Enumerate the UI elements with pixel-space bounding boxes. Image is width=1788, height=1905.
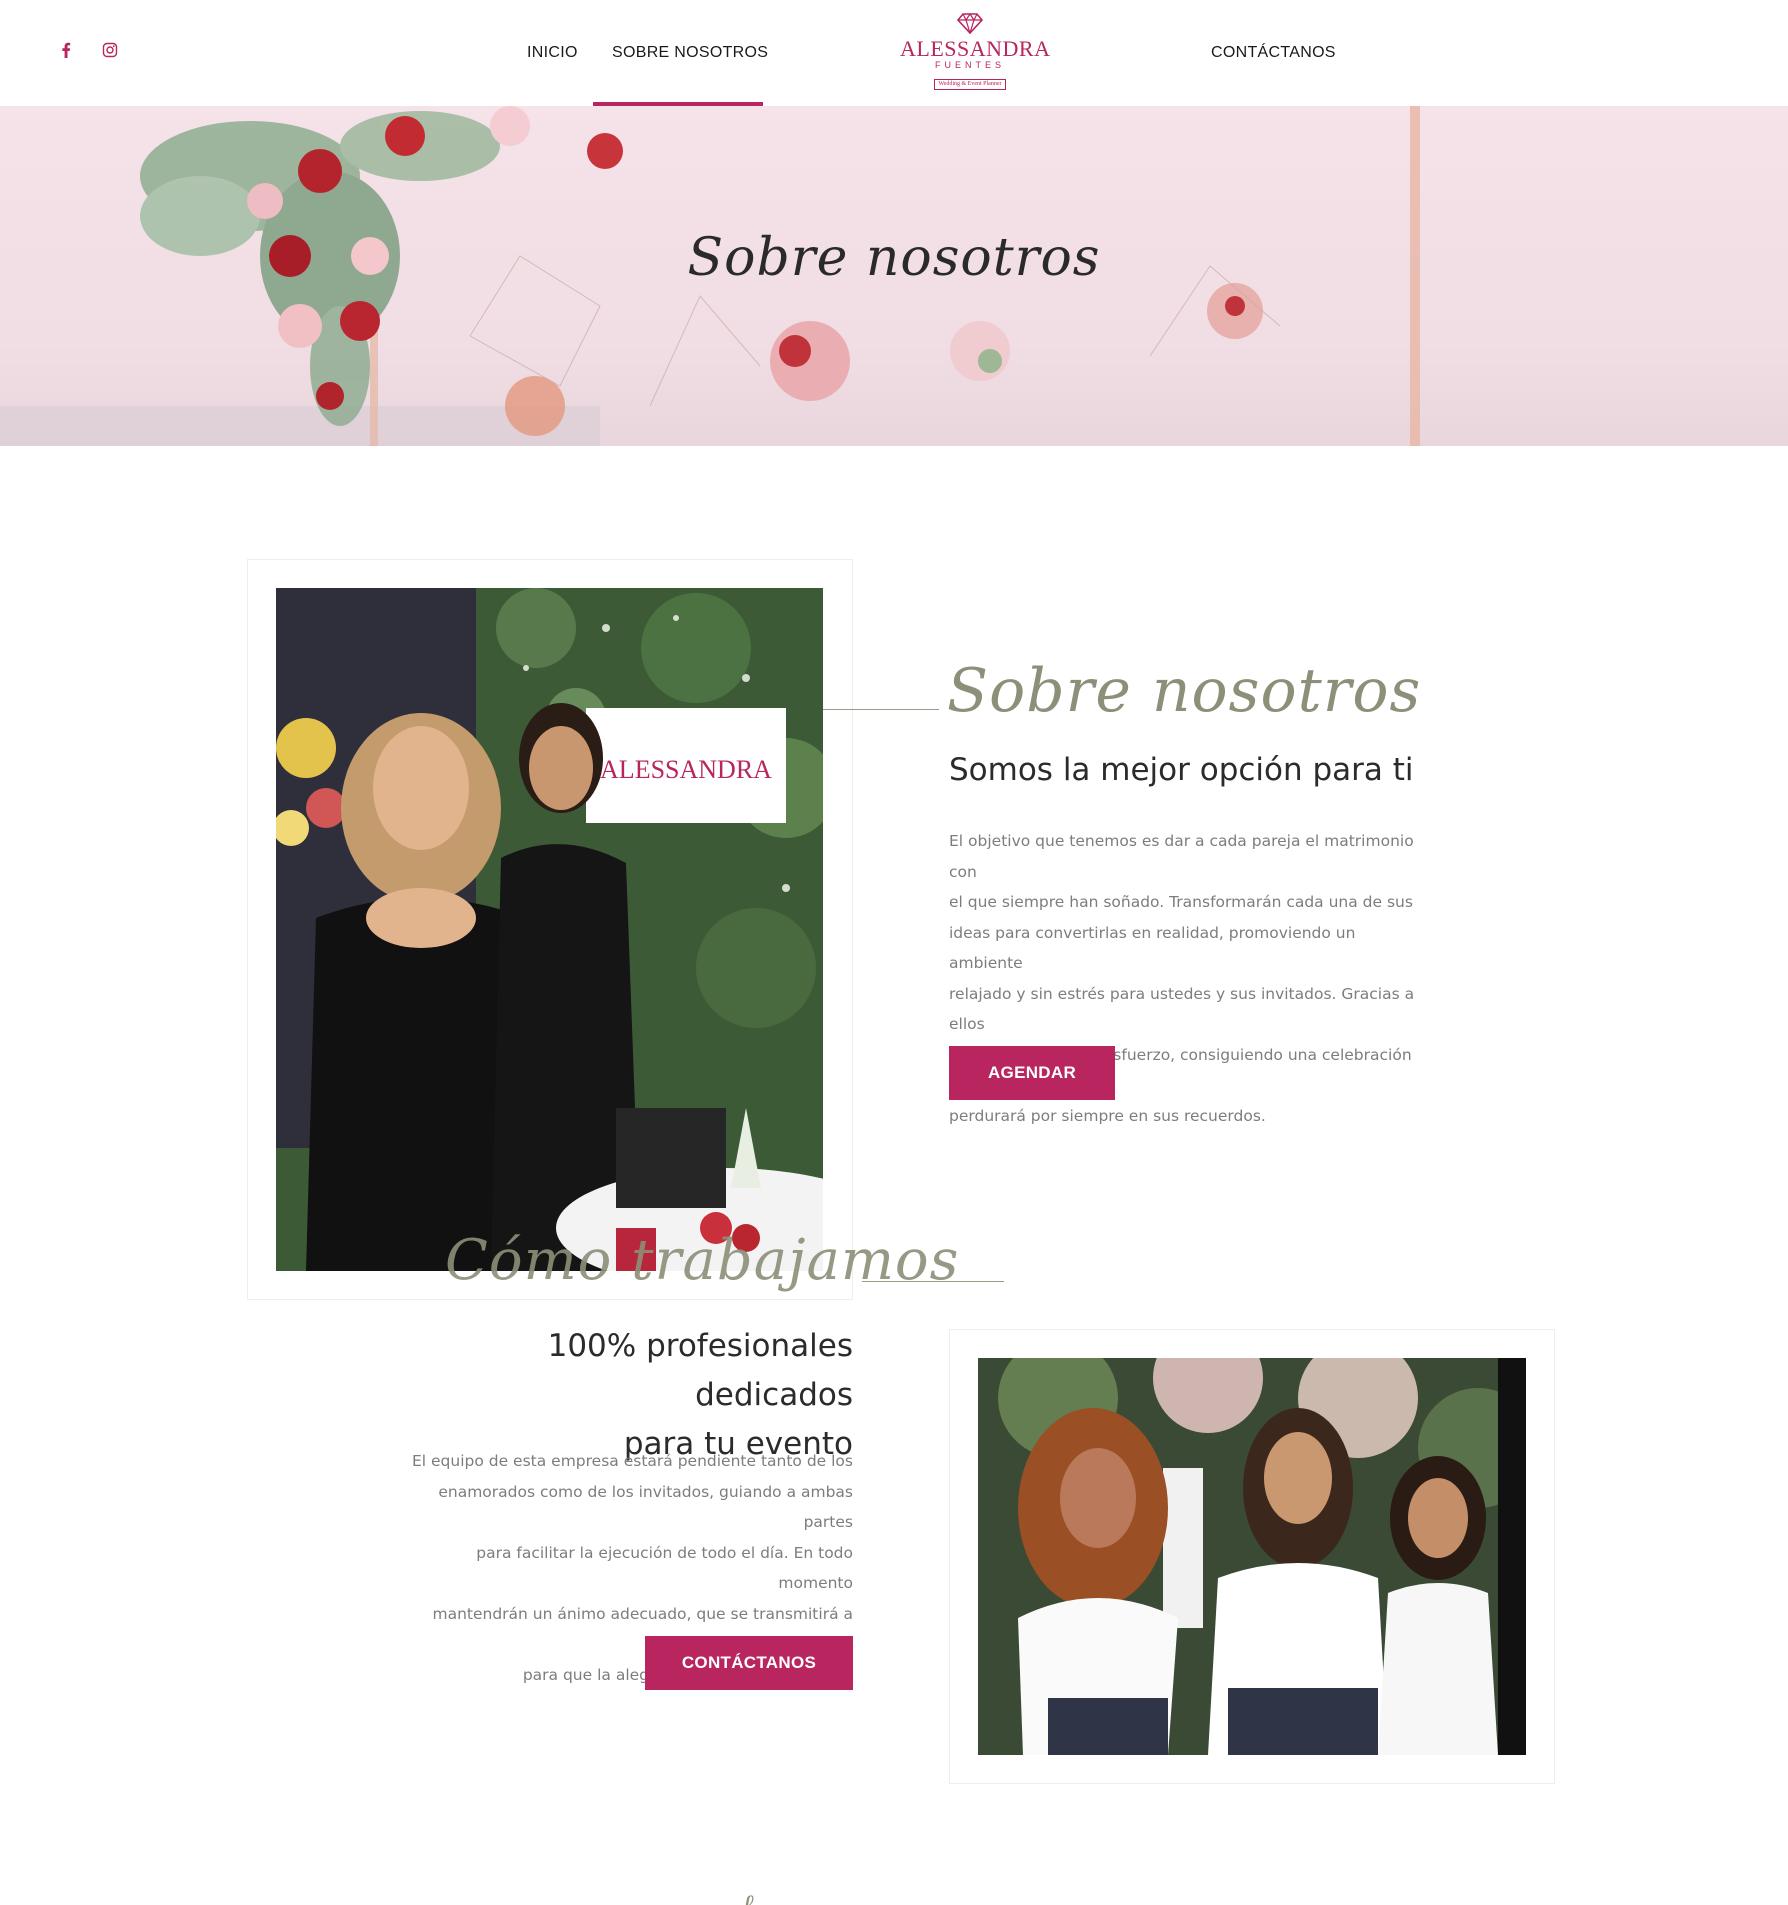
facebook-icon[interactable] xyxy=(56,40,76,60)
about-line: relajado y sin estrés para ustedes y sus… xyxy=(949,984,1415,1034)
work-line: para facilitar la ejecución de todo el d… xyxy=(476,1543,853,1593)
team-photo-image: ALESSANDRA xyxy=(276,588,823,1271)
about-line: ideas para convertirlas en realidad, pro… xyxy=(949,923,1356,973)
logo-tagline: Wedding & Event Planner xyxy=(934,79,1006,90)
about-line: El objetivo que tenemos es dar a cada pa… xyxy=(949,832,1414,881)
site-header: INICIO SOBRE NOSOTROS ALESSANDRA FUENTES… xyxy=(0,0,1788,106)
logo-wordmark: ALESSANDRA xyxy=(900,36,1051,61)
nav-inicio[interactable]: INICIO xyxy=(527,44,578,62)
social-links xyxy=(56,40,120,60)
work-divider-line xyxy=(862,1281,1004,1282)
work-heading-line: 100% profesionales dedicados xyxy=(547,1328,853,1413)
diamond-icon xyxy=(957,12,983,34)
work-line: enamorados como de los invitados, guiand… xyxy=(438,1482,853,1532)
about-line: el que siempre han soñado. Transformarán… xyxy=(949,893,1413,911)
hero-title: Sobre nosotros xyxy=(687,228,1101,288)
svg-text:ALESSANDRA: ALESSANDRA xyxy=(600,755,772,784)
work-script-title: Cómo trabajamos xyxy=(445,1228,960,1293)
about-divider-line xyxy=(823,709,939,710)
logo-subtitle: FUENTES xyxy=(934,60,1005,70)
brand-logo[interactable]: ALESSANDRA FUENTES Wedding & Event Plann… xyxy=(900,10,1051,90)
nav-sobre-nosotros[interactable]: SOBRE NOSOTROS xyxy=(612,44,768,62)
agendar-button[interactable]: AGENDAR xyxy=(949,1046,1115,1100)
about-script-title: Sobre nosotros xyxy=(947,656,1422,726)
work-line: El equipo de esta empresa estará pendien… xyxy=(411,1452,853,1470)
hero-banner: Sobre nosotros xyxy=(0,106,1788,446)
contactanos-button[interactable]: CONTÁCTANOS xyxy=(645,1636,853,1690)
team-group-photo-image xyxy=(978,1358,1526,1755)
instagram-icon[interactable] xyxy=(100,40,120,60)
about-heading: Somos la mejor opción para ti xyxy=(949,752,1414,788)
next-section-script-ornament: ℓ xyxy=(742,1888,754,1905)
about-line: perdurará por siempre en sus recuerdos. xyxy=(949,1106,1266,1125)
nav-contactanos[interactable]: CONTÁCTANOS xyxy=(1211,44,1336,62)
